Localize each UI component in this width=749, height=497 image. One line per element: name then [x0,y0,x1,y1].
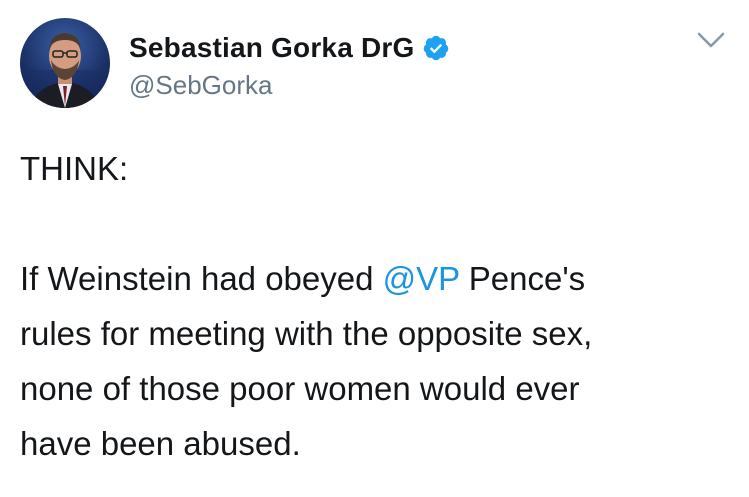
tweet-text-line: If Weinstein had obeyed @VP Pence's [20,251,730,306]
tweet-text-line: rules for meeting with the opposite sex, [20,315,593,352]
avatar[interactable] [20,18,110,108]
chevron-down-icon[interactable] [694,28,728,52]
user-handle[interactable]: @SebGorka [129,70,272,101]
verified-badge-icon [422,34,450,62]
tweet-text-line: none of those poor women would ever [20,370,580,407]
display-name[interactable]: Sebastian Gorka DrG [129,32,414,64]
tweet-text: THINK: If Weinstein had obeyed @VP Pence… [20,141,730,471]
name-row: Sebastian Gorka DrG [129,30,450,66]
tweet-text-segment: Pence's [459,260,586,297]
tweet-text-segment: If Weinstein had obeyed [20,260,383,297]
mention-link[interactable]: @VP [383,260,460,297]
tweet-card: Sebastian Gorka DrG @SebGorka THINK: If … [0,0,749,497]
tweet-text-line: THINK: [20,150,129,187]
tweet-text-line: have been abused. [20,425,301,462]
